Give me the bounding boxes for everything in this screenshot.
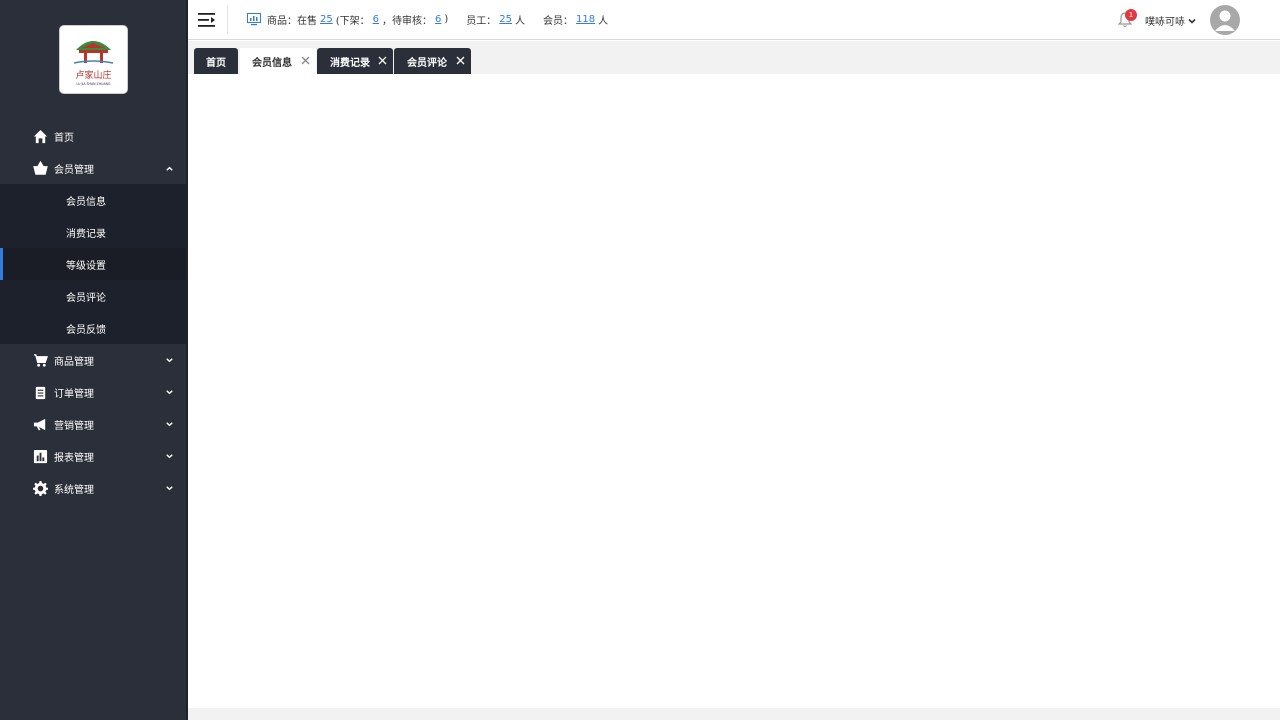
tab-label: 消费记录 bbox=[330, 57, 370, 69]
divider bbox=[227, 6, 228, 34]
clipboard-icon bbox=[33, 385, 48, 400]
sidebar-menu: 首页 会员管理 会员信息 消费记录 等级设置 会员评论 会员反馈 商品管理 订单… bbox=[0, 120, 186, 504]
tab-label: 会员信息 bbox=[252, 57, 292, 69]
sidebar-item-consumption-records[interactable]: 消费记录 bbox=[0, 216, 186, 248]
bar-chart-icon bbox=[33, 449, 48, 464]
sidebar-subitem-label: 会员反馈 bbox=[66, 324, 106, 336]
close-icon[interactable] bbox=[378, 56, 387, 65]
chevron-down-icon bbox=[165, 419, 174, 428]
chevron-down-icon bbox=[165, 387, 174, 396]
stats-summary: 商品：在售 25 (下架： 6 ，待审核： 6 ) 员工： 25 人 会员： 1… bbox=[247, 12, 608, 27]
gear-icon bbox=[33, 480, 48, 496]
logo-text: 卢家山庄 bbox=[75, 69, 111, 81]
menu-toggle-icon[interactable] bbox=[198, 12, 216, 28]
sidebar-subitem-label: 会员信息 bbox=[66, 196, 106, 208]
logo-image: 卢家山庄 LU JIA SHAN ZHUANG bbox=[60, 26, 127, 93]
close-icon[interactable] bbox=[456, 56, 465, 65]
tab-bar: 首页 会员信息 消费记录 会员评论 bbox=[188, 41, 1280, 74]
staff-unit: 人 bbox=[515, 16, 526, 27]
sidebar-item-system-management[interactable]: 系统管理 bbox=[0, 472, 186, 504]
tab-member-comments[interactable]: 会员评论 bbox=[394, 48, 471, 74]
member-label: 会员： bbox=[543, 16, 574, 27]
chevron-down-icon bbox=[165, 483, 174, 492]
sidebar-item-label: 首页 bbox=[54, 132, 74, 144]
sidebar-subitem-label: 等级设置 bbox=[66, 260, 106, 272]
chevron-down-icon bbox=[1188, 17, 1196, 25]
top-bar: 商品：在售 25 (下架： 6 ，待审核： 6 ) 员工： 25 人 会员： 1… bbox=[188, 0, 1280, 40]
footer-strip bbox=[188, 708, 1280, 720]
tab-member-info[interactable]: 会员信息 bbox=[240, 48, 316, 74]
home-icon bbox=[33, 129, 48, 144]
avatar[interactable] bbox=[1210, 5, 1240, 35]
member-count[interactable]: 118 bbox=[576, 14, 595, 25]
off-shelf-count[interactable]: 6 bbox=[373, 14, 379, 25]
staff-count[interactable]: 25 bbox=[499, 14, 512, 25]
user-menu[interactable]: 噗哧可哧 bbox=[1145, 13, 1196, 28]
sidebar-item-label: 营销管理 bbox=[54, 420, 94, 432]
sidebar-item-member-info[interactable]: 会员信息 bbox=[0, 184, 186, 216]
sidebar-item-label: 报表管理 bbox=[54, 452, 94, 464]
close-icon[interactable] bbox=[301, 56, 310, 65]
sidebar: 卢家山庄 LU JIA SHAN ZHUANG 首页 会员管理 会员信息 消费记… bbox=[0, 0, 186, 720]
sidebar-item-member-feedback[interactable]: 会员反馈 bbox=[0, 312, 186, 344]
brand-logo[interactable]: 卢家山庄 LU JIA SHAN ZHUANG bbox=[60, 26, 127, 93]
sidebar-item-home[interactable]: 首页 bbox=[0, 120, 186, 152]
goods-label: 商品：在售 bbox=[267, 16, 317, 27]
pending-label: ，待审核： bbox=[382, 16, 433, 27]
sidebar-item-label: 商品管理 bbox=[54, 356, 94, 368]
sidebar-subitem-label: 消费记录 bbox=[66, 228, 106, 240]
sidebar-subitem-label: 会员评论 bbox=[66, 292, 106, 304]
staff-label: 员工： bbox=[466, 16, 497, 27]
basket-icon bbox=[33, 160, 48, 176]
sidebar-item-marketing-management[interactable]: 营销管理 bbox=[0, 408, 186, 440]
off-shelf-label: (下架： bbox=[335, 16, 370, 27]
sidebar-item-product-management[interactable]: 商品管理 bbox=[0, 344, 186, 376]
on-sale-count[interactable]: 25 bbox=[320, 14, 333, 25]
main-content bbox=[188, 74, 1280, 708]
username-label: 噗哧可哧 bbox=[1145, 17, 1185, 28]
submenu-member-management: 会员信息 消费记录 等级设置 会员评论 会员反馈 bbox=[0, 184, 186, 344]
tab-home[interactable]: 首页 bbox=[194, 48, 238, 74]
tab-label: 首页 bbox=[206, 57, 226, 69]
chevron-down-icon bbox=[165, 451, 174, 460]
chevron-down-icon bbox=[165, 355, 174, 364]
cart-icon bbox=[33, 353, 48, 368]
member-unit: 人 bbox=[598, 16, 609, 27]
monitor-chart-icon bbox=[247, 13, 261, 26]
sidebar-item-level-settings[interactable]: 等级设置 bbox=[0, 248, 186, 280]
chevron-up-icon bbox=[165, 163, 174, 172]
sidebar-item-member-comments[interactable]: 会员评论 bbox=[0, 280, 186, 312]
sidebar-item-report-management[interactable]: 报表管理 bbox=[0, 440, 186, 472]
pending-count[interactable]: 6 bbox=[435, 14, 441, 25]
close-paren: ) bbox=[444, 14, 449, 25]
sidebar-item-label: 订单管理 bbox=[54, 388, 94, 400]
tab-consumption-records[interactable]: 消费记录 bbox=[317, 48, 393, 74]
megaphone-icon bbox=[33, 417, 48, 432]
notification-badge: 1 bbox=[1125, 9, 1137, 21]
sidebar-item-label: 会员管理 bbox=[54, 164, 94, 176]
sidebar-item-member-management[interactable]: 会员管理 bbox=[0, 152, 186, 184]
sidebar-item-label: 系统管理 bbox=[54, 484, 94, 496]
logo-subtext: LU JIA SHAN ZHUANG bbox=[77, 82, 112, 86]
sidebar-item-order-management[interactable]: 订单管理 bbox=[0, 376, 186, 408]
tab-label: 会员评论 bbox=[407, 57, 447, 69]
